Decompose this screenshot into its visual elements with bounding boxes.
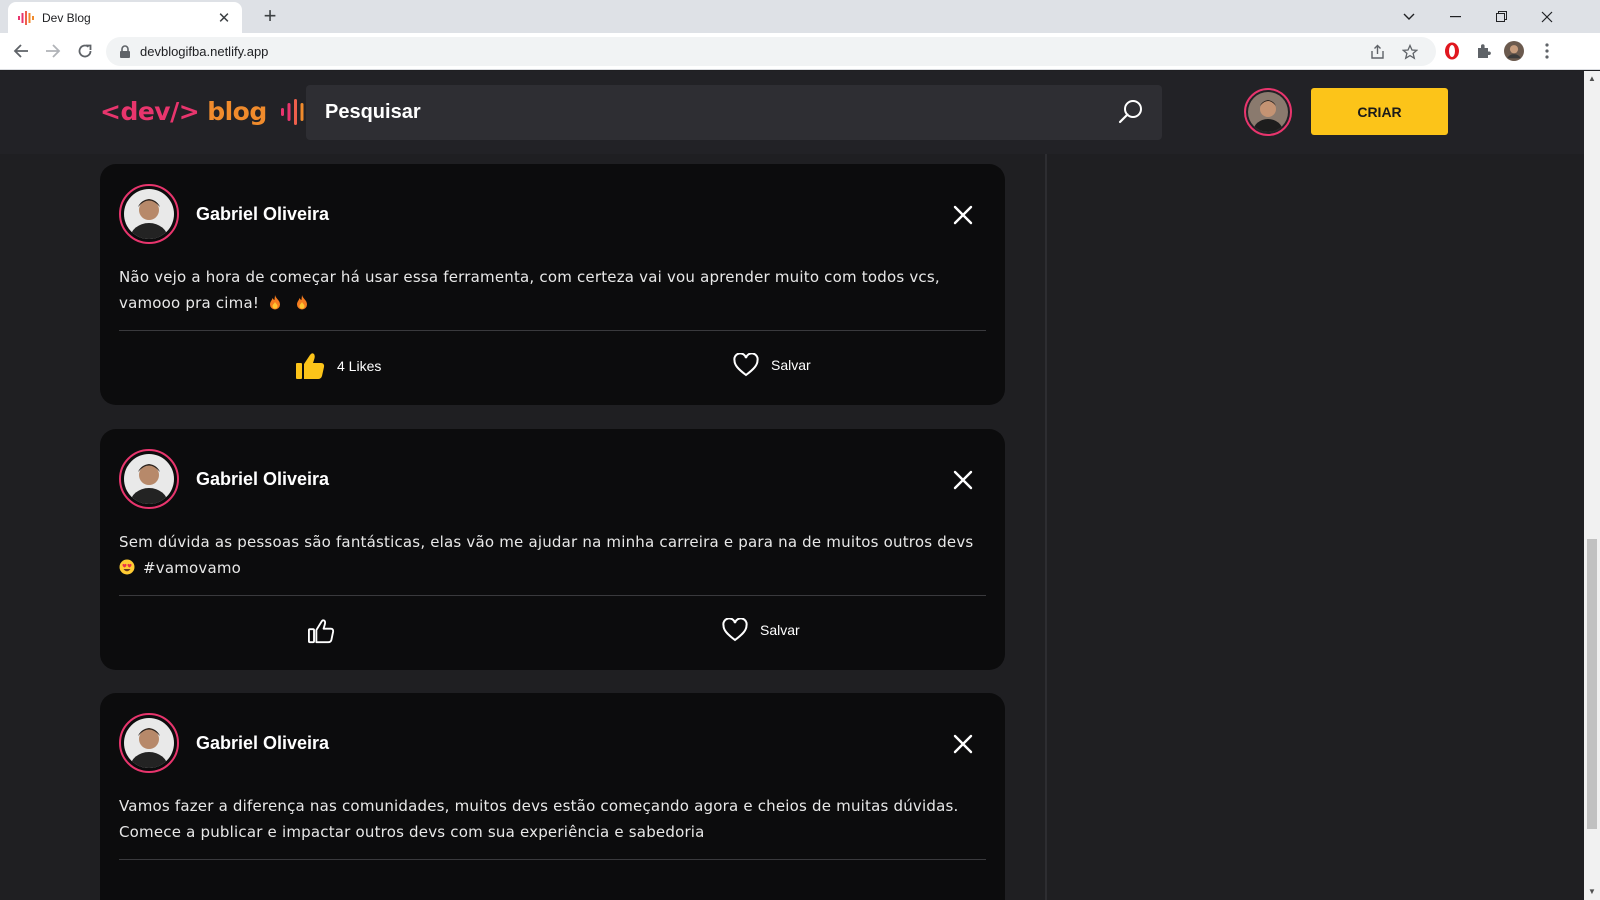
scrollbar-thumb[interactable] — [1587, 539, 1597, 829]
lock-icon — [120, 44, 130, 58]
post-hashtag[interactable]: #vamovamo — [143, 559, 241, 577]
reload-icon[interactable] — [73, 39, 97, 63]
extensions-puzzle-icon[interactable] — [1474, 41, 1494, 61]
post-divider — [119, 330, 986, 331]
post-header: Gabriel Oliveira — [119, 713, 329, 773]
save-label: Salvar — [760, 622, 800, 638]
site-header: <dev/> blog Pesquisar CRIAR — [0, 71, 1584, 154]
page-scrollbar[interactable]: ▲ ▼ — [1584, 71, 1600, 900]
post-text-line: Comece a publicar e impactar outros devs… — [119, 823, 705, 841]
author-avatar[interactable] — [119, 449, 179, 509]
post-divider — [119, 595, 986, 596]
heart-outline-icon — [733, 353, 759, 377]
heart-outline-icon — [722, 618, 748, 642]
thumbs-up-filled-icon — [296, 353, 325, 379]
post-text: Vamos fazer a diferença nas comunidades,… — [119, 793, 985, 845]
forward-arrow-icon[interactable] — [41, 39, 65, 63]
site-logo[interactable]: <dev/> blog — [100, 97, 311, 126]
post-card: Gabriel Oliveira Não vejo a hora de come… — [100, 164, 1005, 405]
author-avatar[interactable] — [119, 184, 179, 244]
post-text-body: Sem dúvida as pessoas são fantásticas, e… — [119, 533, 974, 551]
like-button[interactable]: 4 Likes — [295, 352, 381, 380]
save-button[interactable]: Salvar — [733, 353, 811, 377]
close-icon[interactable] — [952, 204, 974, 226]
post-card: Gabriel Oliveira Sem dúvida as pessoas s… — [100, 429, 1005, 670]
like-button[interactable] — [307, 618, 347, 644]
tab-title: Dev Blog — [42, 10, 91, 25]
restore-button[interactable] — [1478, 0, 1524, 33]
minimize-button[interactable] — [1432, 0, 1478, 33]
like-count: 4 Likes — [337, 358, 382, 374]
sidebar-divider — [1045, 154, 1047, 900]
post-text-body: Não vejo a hora de começar há usar essa … — [119, 268, 940, 312]
post-text: Sem dúvida as pessoas são fantásticas, e… — [119, 529, 985, 581]
search-input[interactable]: Pesquisar — [325, 101, 421, 124]
back-arrow-icon[interactable] — [9, 39, 33, 63]
browser-toolbar: devblogifba.netlify.app — [0, 33, 1600, 70]
opera-extension-icon[interactable] — [1442, 41, 1462, 61]
browser-menu-icon[interactable] — [1537, 41, 1557, 61]
post-divider — [119, 859, 986, 860]
logo-tag: <dev/> — [100, 97, 200, 126]
author-avatar[interactable] — [119, 713, 179, 773]
close-icon[interactable] — [952, 469, 974, 491]
scroll-down-icon[interactable]: ▼ — [1584, 884, 1600, 900]
fire-emoji-icon — [297, 295, 307, 310]
devblog-favicon-icon — [18, 10, 34, 26]
browser-tabstrip: Dev Blog ✕ + — [0, 0, 1600, 33]
url-text: devblogifba.netlify.app — [140, 44, 269, 59]
new-tab-button[interactable]: + — [258, 4, 282, 28]
fire-emoji-icon — [270, 295, 281, 310]
heart-eyes-emoji-icon — [119, 559, 135, 575]
search-bar[interactable]: Pesquisar — [306, 85, 1162, 140]
tab-search-icon[interactable] — [1386, 0, 1432, 33]
thumbs-up-outline-icon — [308, 619, 335, 644]
post-header: Gabriel Oliveira — [119, 184, 329, 244]
profile-avatar-icon[interactable] — [1504, 41, 1524, 61]
post-header: Gabriel Oliveira — [119, 449, 329, 509]
close-window-button[interactable] — [1524, 0, 1570, 33]
post-text: Não vejo a hora de começar há usar essa … — [119, 264, 985, 316]
scroll-up-icon[interactable]: ▲ — [1584, 71, 1600, 87]
post-card: Gabriel Oliveira Vamos fazer a diferença… — [100, 693, 1005, 900]
author-name[interactable]: Gabriel Oliveira — [196, 204, 329, 225]
post-text-line: Vamos fazer a diferença nas comunidades,… — [119, 797, 959, 815]
tab-close-icon[interactable]: ✕ — [216, 9, 232, 27]
close-icon[interactable] — [952, 733, 974, 755]
browser-tab[interactable]: Dev Blog ✕ — [8, 2, 242, 33]
author-name[interactable]: Gabriel Oliveira — [196, 733, 329, 754]
page-content: <dev/> blog Pesquisar CRIAR Gabriel Oliv… — [0, 71, 1584, 900]
bookmark-star-icon[interactable] — [1402, 37, 1418, 66]
user-avatar[interactable] — [1244, 88, 1292, 136]
save-label: Salvar — [771, 357, 811, 373]
save-button[interactable]: Salvar — [722, 618, 800, 642]
create-button[interactable]: CRIAR — [1311, 88, 1448, 135]
author-name[interactable]: Gabriel Oliveira — [196, 469, 329, 490]
search-icon[interactable] — [1118, 99, 1144, 125]
logo-word: blog — [207, 97, 267, 126]
share-icon[interactable] — [1370, 37, 1386, 66]
address-bar[interactable]: devblogifba.netlify.app — [106, 37, 1436, 66]
